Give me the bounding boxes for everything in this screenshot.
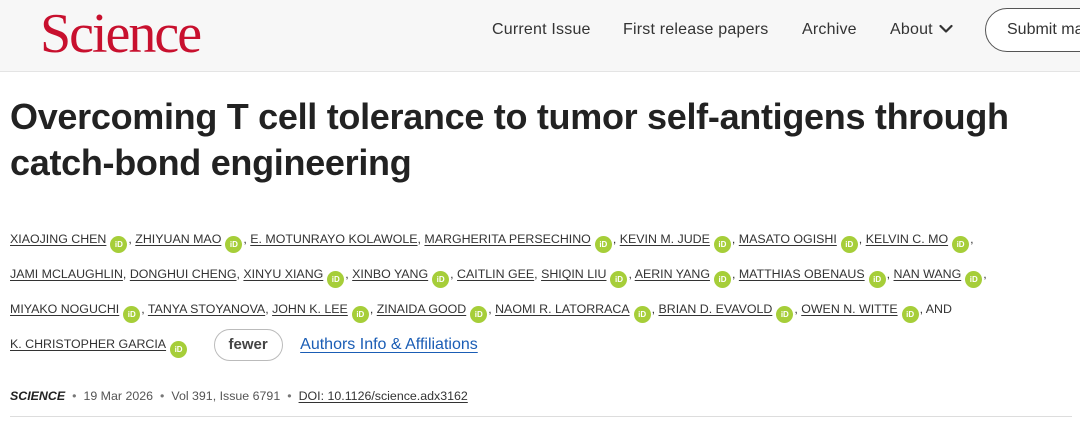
journal-name: SCIENCE bbox=[10, 389, 66, 403]
author-link[interactable]: XIAOJING CHEN bbox=[10, 232, 106, 246]
author-link[interactable]: DONGHUI CHENG bbox=[130, 267, 237, 281]
doi-link[interactable]: DOI: 10.1126/science.adx3162 bbox=[299, 389, 468, 403]
author-link[interactable]: BRIAN D. EVAVOLD bbox=[658, 302, 772, 316]
nav-current-issue[interactable]: Current Issue bbox=[492, 0, 591, 60]
author-link[interactable]: MATTHIAS OBENAUS bbox=[739, 267, 865, 281]
author-link[interactable]: MIYAKO NOGUCHI bbox=[10, 302, 119, 316]
chevron-down-icon bbox=[939, 21, 953, 39]
orcid-icon[interactable]: iD bbox=[965, 271, 983, 288]
article-title: Overcoming T cell tolerance to tumor sel… bbox=[10, 96, 1009, 183]
orcid-icon[interactable]: iD bbox=[225, 236, 243, 253]
author-link[interactable]: MARGHERITA PERSECHINO bbox=[424, 232, 590, 246]
author-link[interactable]: K. CHRISTOPHER GARCIA bbox=[10, 337, 166, 351]
nav-first-release-label: First release papers bbox=[623, 21, 769, 38]
volume-issue: Vol 391, Issue 6791 bbox=[171, 389, 281, 403]
meta-separator: • bbox=[160, 389, 165, 403]
publication-date: 19 Mar 2026 bbox=[83, 389, 154, 403]
author-link[interactable]: XINYU XIANG bbox=[243, 267, 323, 281]
orcid-icon[interactable]: iD bbox=[594, 236, 612, 253]
author-link[interactable]: JOHN K. LEE bbox=[272, 302, 348, 316]
orcid-icon[interactable]: iD bbox=[713, 271, 731, 288]
author-link[interactable]: CAITLIN GEE bbox=[457, 267, 534, 281]
author-link[interactable]: OWEN N. WITTE bbox=[801, 302, 897, 316]
orcid-icon[interactable]: iD bbox=[868, 271, 886, 288]
author-link[interactable]: KELVIN C. MO bbox=[866, 232, 948, 246]
author-link[interactable]: XINBO YANG bbox=[352, 267, 428, 281]
author-link[interactable]: E. MOTUNRAYO KOLAWOLE bbox=[250, 232, 417, 246]
author-link[interactable]: ZHIYUAN MAO bbox=[135, 232, 221, 246]
orcid-icon[interactable]: iD bbox=[110, 236, 128, 253]
orcid-icon[interactable]: iD bbox=[170, 341, 188, 358]
orcid-icon[interactable]: iD bbox=[610, 271, 628, 288]
orcid-icon[interactable]: iD bbox=[633, 306, 651, 323]
orcid-icon[interactable]: iD bbox=[713, 236, 731, 253]
author-link[interactable]: KEVIN M. JUDE bbox=[620, 232, 710, 246]
orcid-icon[interactable]: iD bbox=[432, 271, 450, 288]
nav-current-issue-label: Current Issue bbox=[492, 21, 591, 38]
submit-button-label: Submit ma bbox=[1007, 21, 1080, 38]
author-list: XIAOJING CHEN iD, ZHIYUAN MAO iD, E. MOTUN… bbox=[10, 222, 1060, 362]
author-link[interactable]: JAMI MCLAUGHLIN bbox=[10, 267, 123, 281]
nav-archive[interactable]: Archive bbox=[802, 0, 857, 60]
meta-separator: • bbox=[287, 389, 292, 403]
nav-first-release-papers[interactable]: First release papers bbox=[623, 0, 768, 60]
nav-about[interactable]: About bbox=[890, 0, 953, 60]
submit-manuscript-button[interactable]: Submit ma bbox=[985, 8, 1080, 52]
orcid-icon[interactable]: iD bbox=[840, 236, 858, 253]
article-meta: SCIENCE • 19 Mar 2026 • Vol 391, Issue 6791 •… bbox=[10, 389, 468, 403]
orcid-icon[interactable]: iD bbox=[327, 271, 345, 288]
orcid-icon[interactable]: iD bbox=[470, 306, 488, 323]
orcid-icon[interactable]: iD bbox=[952, 236, 970, 253]
nav-archive-label: Archive bbox=[802, 21, 857, 38]
fewer-authors-button[interactable]: fewer bbox=[213, 328, 283, 361]
nav-about-label: About bbox=[890, 21, 933, 38]
orcid-icon[interactable]: iD bbox=[776, 306, 794, 323]
author-link[interactable]: NAN WANG bbox=[894, 267, 962, 281]
author-link[interactable]: TANYA STOYANOVA bbox=[148, 302, 265, 316]
authors-info-affiliations-link[interactable]: Authors Info & Affiliations bbox=[300, 327, 478, 362]
author-link[interactable]: ZINAIDA GOOD bbox=[377, 302, 467, 316]
author-link[interactable]: SHIQIN LIU bbox=[541, 267, 606, 281]
orcid-icon[interactable]: iD bbox=[351, 306, 369, 323]
science-logo[interactable]: Science bbox=[40, 2, 202, 66]
meta-separator: • bbox=[72, 389, 77, 403]
site-header: Science Current Issue First release pape… bbox=[0, 0, 1080, 72]
orcid-icon[interactable]: iD bbox=[123, 306, 141, 323]
divider bbox=[10, 416, 1072, 417]
orcid-icon[interactable]: iD bbox=[901, 306, 919, 323]
author-link[interactable]: MASATO OGISHI bbox=[739, 232, 837, 246]
and-separator: , AND bbox=[919, 302, 952, 316]
author-link[interactable]: AERIN YANG bbox=[635, 267, 710, 281]
author-link[interactable]: NAOMI R. LATORRACA bbox=[495, 302, 629, 316]
